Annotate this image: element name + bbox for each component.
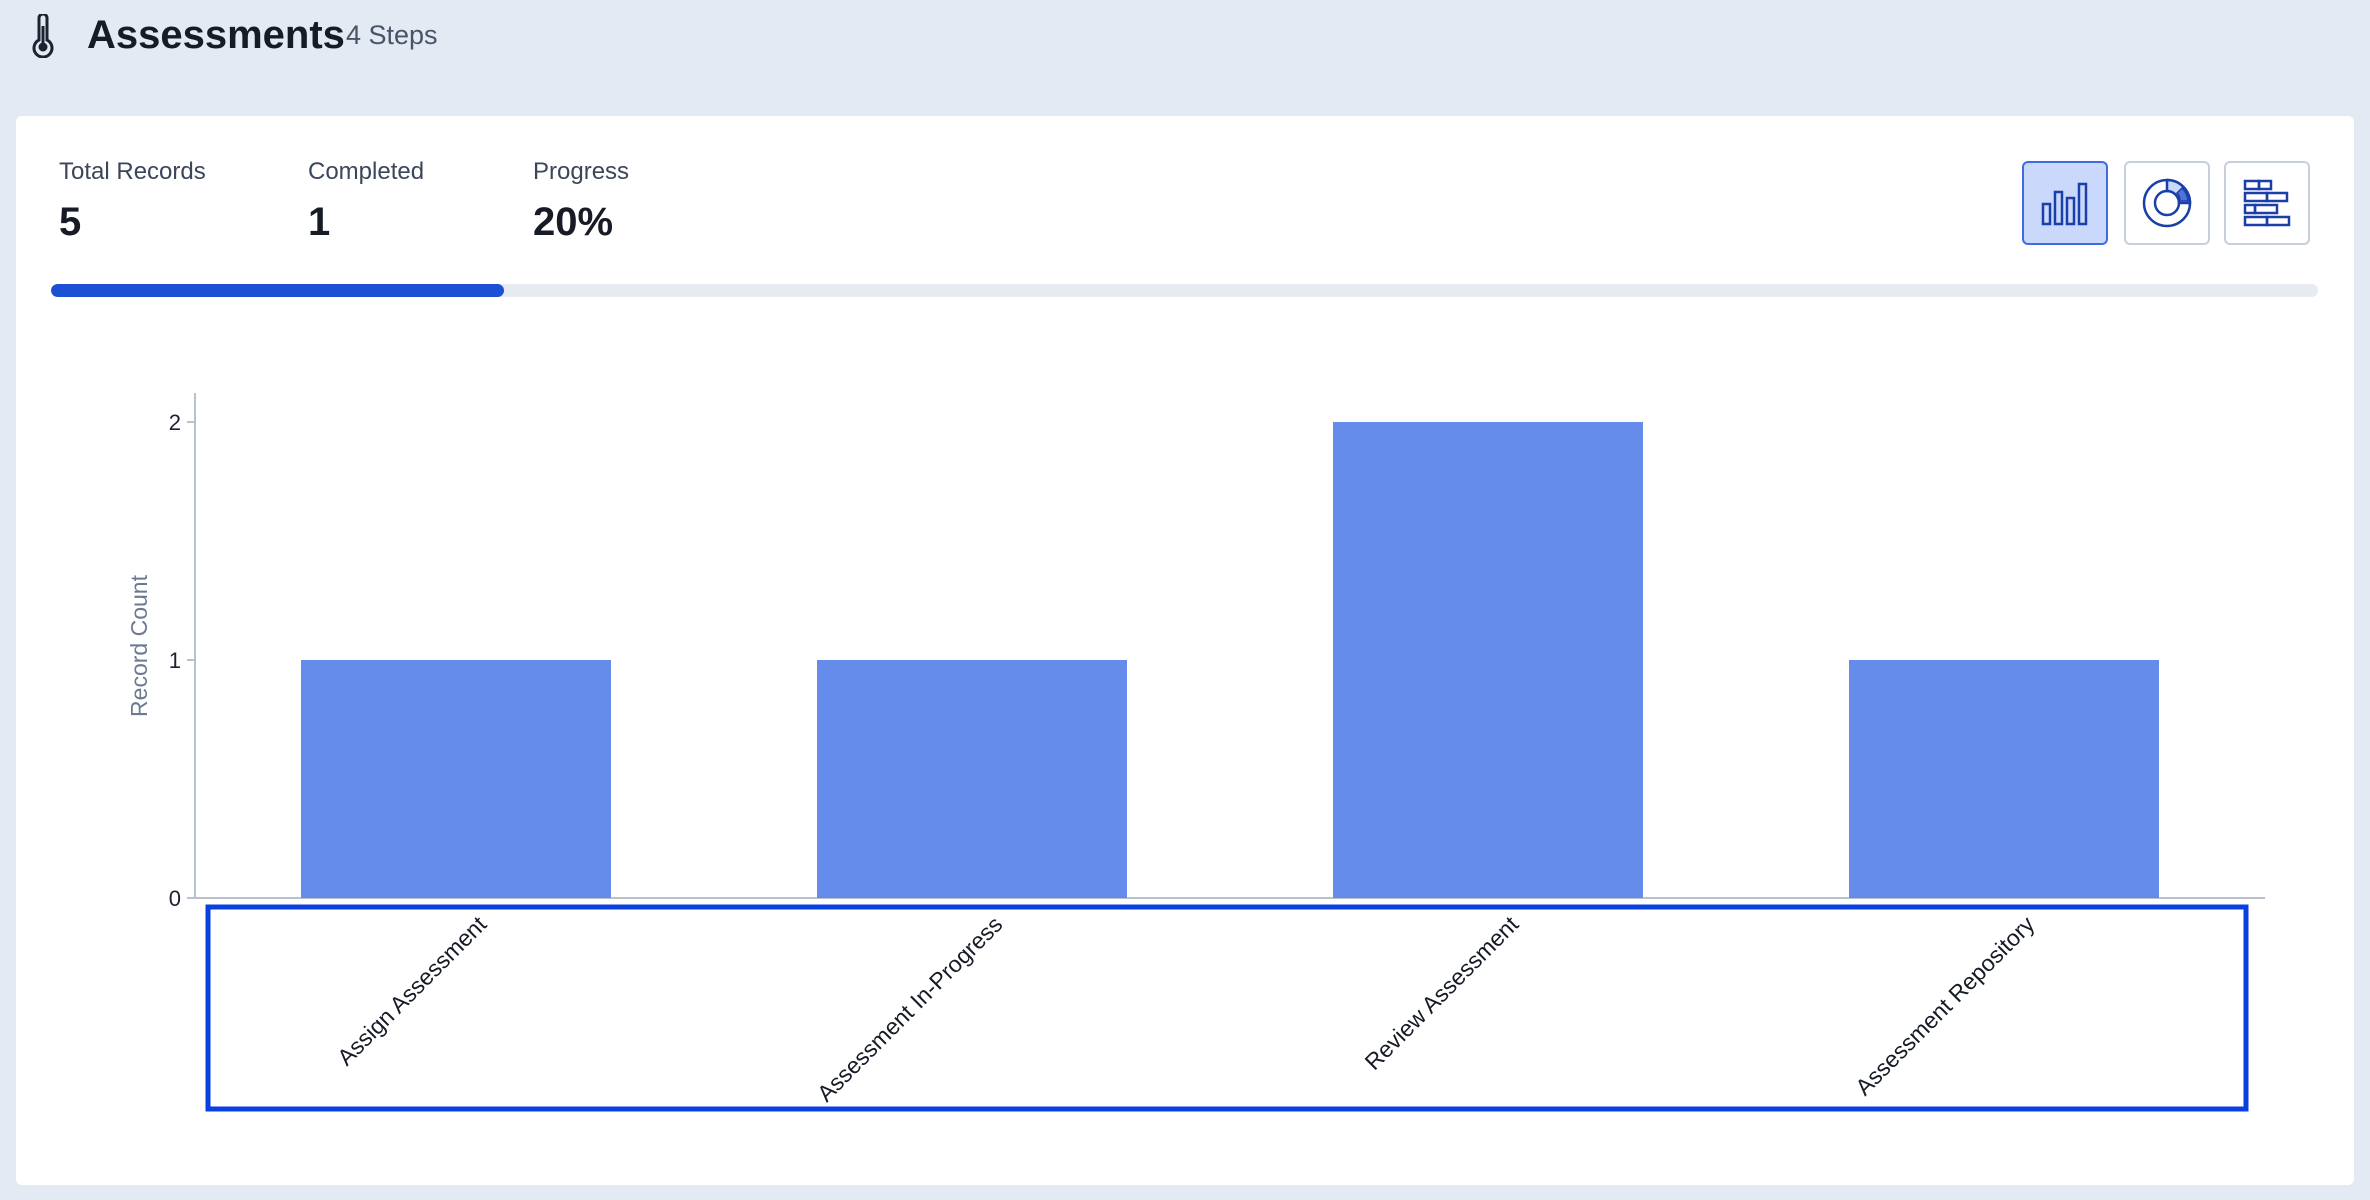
x-tick-label: Assessment Repository [1850, 911, 2040, 1101]
assessment-summary-card: Total Records 5 Completed 1 Progress 20% [16, 116, 2354, 1185]
y-axis-label: Record Count [126, 574, 152, 717]
steps-count: 4 Steps [346, 20, 438, 50]
x-tick-label: Assign Assessment [332, 911, 492, 1071]
bar-review-assessment[interactable] [1333, 422, 1643, 898]
page-title: Assessments [87, 13, 345, 57]
x-tick-label: Review Assessment [1359, 911, 1523, 1075]
y-tick-label: 2 [169, 410, 181, 435]
y-tick-label: 0 [169, 886, 181, 911]
x-tick-label: Assessment In-Progress [812, 911, 1008, 1107]
y-tick-label: 1 [169, 648, 181, 673]
bar-assessment-in-progress[interactable] [817, 660, 1127, 898]
page-header: Assessments 4 Steps [0, 0, 2370, 70]
bar-assign-assessment[interactable] [301, 660, 611, 898]
record-count-bar-chart: Record Count 0 1 2 Assign Assessment Assess… [126, 393, 2265, 1112]
thermometer-icon [30, 12, 56, 59]
bar-assessment-repository[interactable] [1849, 660, 2159, 898]
